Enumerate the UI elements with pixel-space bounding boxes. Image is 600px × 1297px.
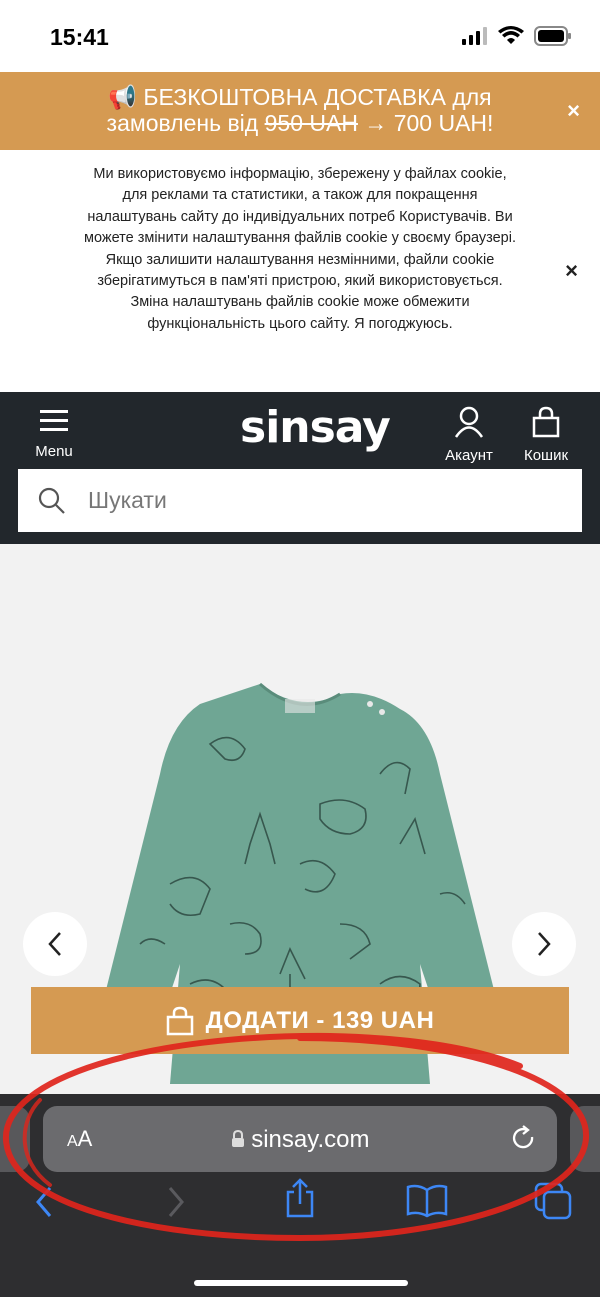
site-logo[interactable]: sinsay [240, 402, 391, 453]
home-indicator [194, 1280, 408, 1286]
next-image-button[interactable] [512, 912, 576, 976]
add-to-cart-label: ДОДАТИ - 139 UAH [205, 1006, 435, 1034]
search-icon [38, 487, 65, 514]
prev-image-button[interactable] [23, 912, 87, 976]
signal-icon [462, 27, 487, 45]
user-icon [454, 406, 484, 438]
share-icon[interactable] [282, 1178, 318, 1220]
status-bar: 15:41 [0, 0, 600, 72]
shopping-bag-icon [166, 1006, 193, 1035]
menu-button[interactable]: Menu [28, 408, 80, 460]
url-text: sinsay.com [251, 1126, 370, 1153]
bookmarks-icon[interactable] [406, 1184, 448, 1218]
promo-line-2-prefix: замовлень від [106, 110, 265, 136]
cookie-notice: Ми використовуємо інформацію, збережену … [0, 150, 600, 392]
promo-close-button[interactable]: × [567, 98, 580, 124]
browser-chrome: AA sinsay.com [0, 1094, 600, 1297]
next-tab-preview[interactable] [570, 1106, 600, 1172]
cart-label: Кошик [523, 447, 569, 464]
promo-line-1: 📢 БЕЗКОШТОВНА ДОСТАВКА для [108, 84, 492, 110]
tabs-icon[interactable] [534, 1182, 574, 1222]
promo-banner[interactable]: 📢 БЕЗКОШТОВНА ДОСТАВКА для замовлень від… [0, 72, 600, 150]
lock-icon [231, 1129, 244, 1147]
address-bar[interactable]: AA sinsay.com [43, 1106, 557, 1172]
previous-tab-preview[interactable] [0, 1106, 30, 1172]
cart-button[interactable]: Кошик [516, 406, 576, 464]
promo-old-price: 950 UAH [264, 110, 358, 136]
url-display[interactable]: sinsay.com [43, 1126, 557, 1154]
browser-toolbar [0, 1178, 600, 1244]
account-label: Акаунт [445, 447, 493, 464]
reload-icon[interactable] [511, 1125, 537, 1153]
forward-icon[interactable] [164, 1184, 188, 1220]
cookie-text: Ми використовуємо інформацію, збережену … [84, 166, 516, 332]
cookie-close-button[interactable]: × [565, 258, 578, 284]
hamburger-icon [40, 410, 68, 431]
shopping-bag-icon [532, 406, 560, 438]
status-icons [462, 26, 572, 46]
chevron-right-icon [538, 932, 551, 956]
account-button[interactable]: Акаунт [436, 406, 502, 464]
battery-icon [534, 26, 571, 46]
add-to-cart-button[interactable]: ДОДАТИ - 139 UAH [31, 987, 569, 1054]
search-bar[interactable] [18, 469, 582, 532]
menu-label: Menu [35, 443, 73, 460]
promo-line-2: замовлень від 950 UAH → 700 UAH! [0, 110, 600, 136]
promo-line-2-suffix: → 700 UAH! [357, 110, 494, 136]
wifi-icon [498, 26, 524, 44]
search-input[interactable] [88, 485, 558, 515]
chevron-left-icon [48, 932, 61, 956]
back-icon[interactable] [32, 1184, 56, 1220]
status-time: 15:41 [50, 24, 109, 50]
